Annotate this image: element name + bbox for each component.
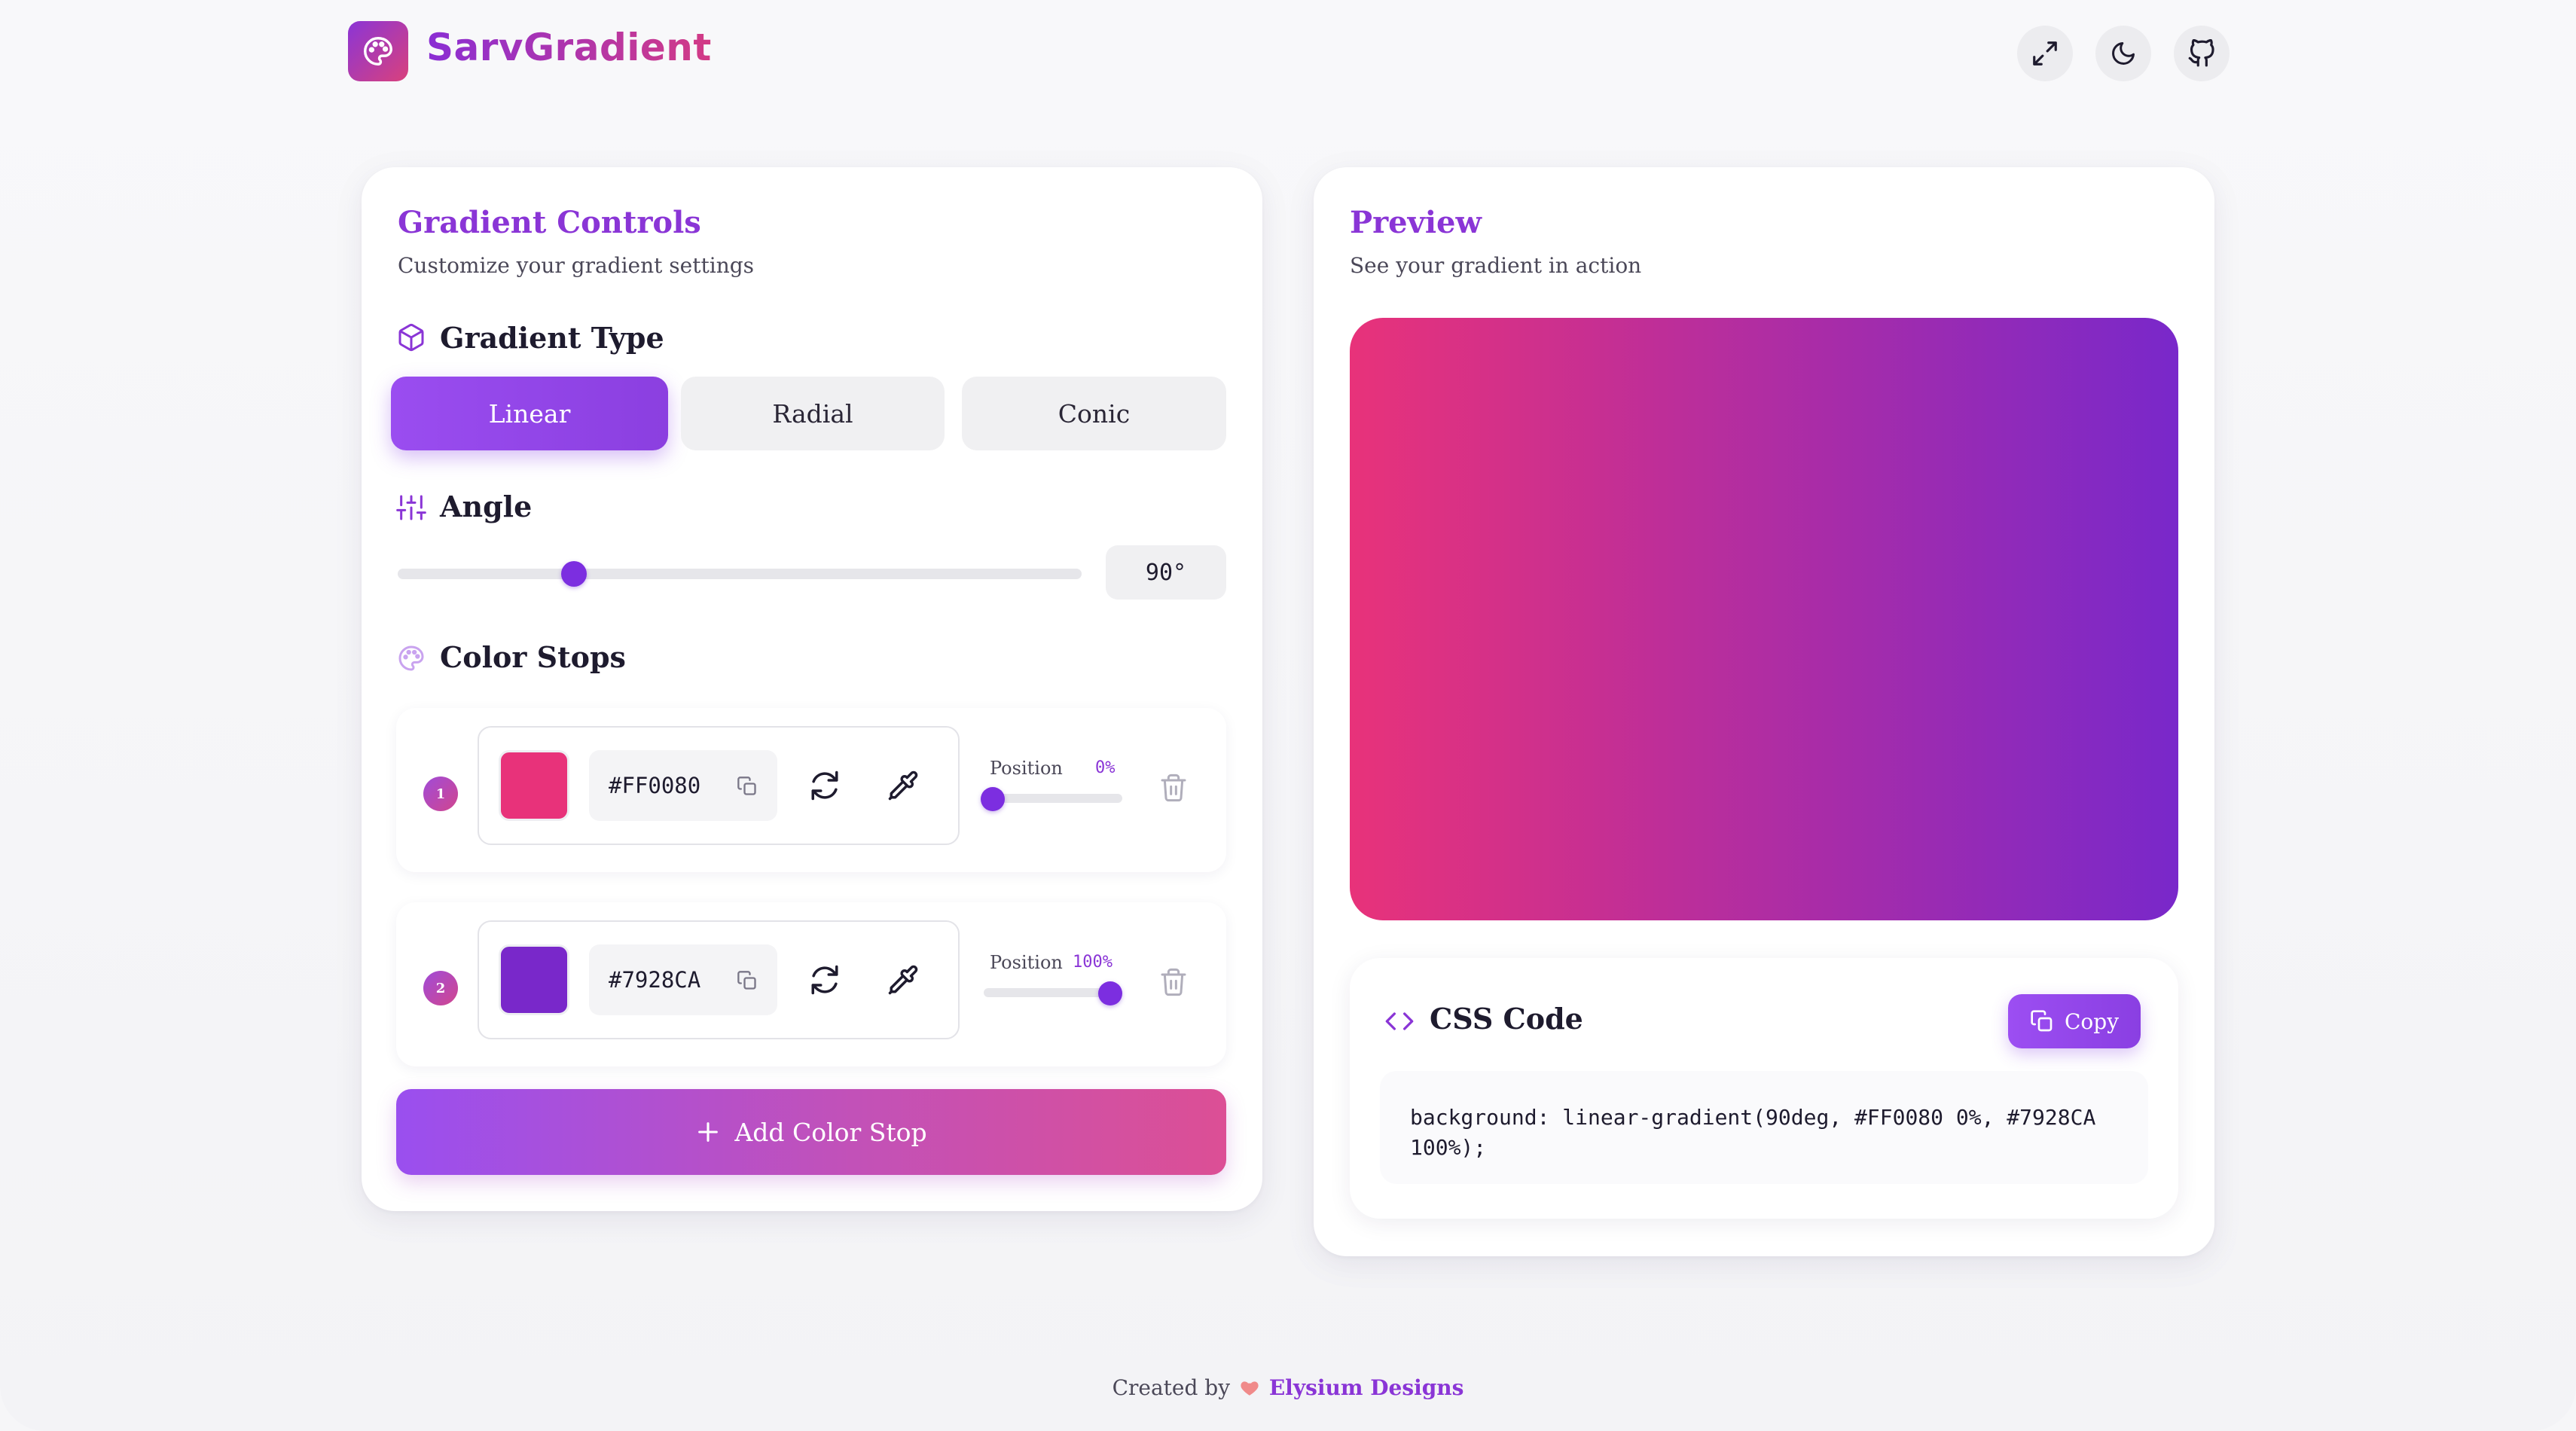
copy-icon: [2031, 1010, 2053, 1032]
hex-input[interactable]: #FF0080: [589, 750, 777, 821]
hex-input[interactable]: #7928CA: [589, 944, 777, 1015]
app-title: SarvGradient: [426, 26, 712, 69]
github-button[interactable]: [2174, 26, 2230, 81]
header: SarvGradient: [348, 20, 2230, 83]
footer-prefix: Created by: [1112, 1375, 1231, 1400]
angle-title: Angle: [440, 490, 533, 523]
controls-subtitle: Customize your gradient settings: [398, 253, 755, 278]
dark-mode-toggle[interactable]: [2095, 26, 2151, 81]
add-color-stop-button[interactable]: Add Color Stop: [396, 1089, 1226, 1175]
eyedropper-icon[interactable]: [887, 770, 919, 801]
gradient-type-title: Gradient Type: [440, 321, 664, 355]
position-slider-thumb[interactable]: [1098, 981, 1122, 1005]
angle-slider-track[interactable]: [398, 569, 1082, 579]
color-stops-title: Color Stops: [440, 640, 626, 674]
plus-icon: [698, 1122, 719, 1142]
copy-icon[interactable]: [737, 776, 758, 797]
color-swatch[interactable]: [499, 750, 569, 821]
position-value: 100%: [1073, 953, 1113, 972]
color-swatch[interactable]: [499, 944, 569, 1015]
cube-icon: [398, 323, 424, 352]
css-code-text: background: linear-gradient(90deg, #FF00…: [1410, 1105, 2096, 1160]
css-code-title: CSS Code: [1430, 1002, 1583, 1036]
fullscreen-button[interactable]: [2017, 26, 2073, 81]
gradient-preview: [1350, 318, 2178, 920]
preview-title: Preview: [1350, 205, 1482, 240]
eyedropper-icon[interactable]: [887, 964, 919, 996]
palette-icon[interactable]: [348, 21, 408, 81]
angle-value-display[interactable]: 90°: [1106, 545, 1226, 600]
fullscreen-icon: [2033, 41, 2057, 66]
refresh-icon[interactable]: [809, 770, 841, 801]
preview-subtitle: See your gradient in action: [1350, 253, 1642, 278]
css-code-block: background: linear-gradient(90deg, #FF00…: [1380, 1071, 2148, 1184]
position-slider-thumb[interactable]: [981, 787, 1005, 811]
trash-icon[interactable]: [1158, 773, 1189, 803]
angle-slider-thumb[interactable]: [561, 561, 587, 587]
position-label: Position: [990, 758, 1063, 779]
copy-icon[interactable]: [737, 970, 758, 991]
footer-brand-link[interactable]: Elysium Designs: [1269, 1375, 1464, 1400]
github-icon: [2188, 39, 2214, 67]
refresh-icon[interactable]: [809, 964, 841, 996]
position-label: Position: [990, 952, 1063, 973]
code-icon: [1385, 1012, 1414, 1030]
copy-code-button[interactable]: Copy: [2008, 994, 2141, 1048]
controls-title: Gradient Controls: [398, 205, 701, 240]
palette-section-icon: [398, 645, 424, 671]
app-window: SarvGradient Gradient Controls Customize…: [0, 0, 2576, 1431]
type-radial-button[interactable]: Radial: [681, 377, 945, 450]
copy-label: Copy: [2064, 1008, 2120, 1034]
trash-icon[interactable]: [1158, 967, 1189, 997]
color-stop-row: 1 #FF0080 Position 0%: [396, 708, 1226, 872]
stop-color-panel: #7928CA: [478, 920, 960, 1039]
color-stop-row: 2 #7928CA Position 100%: [396, 902, 1226, 1066]
type-conic-button[interactable]: Conic: [962, 377, 1226, 450]
footer: Created by Elysium Designs: [0, 1375, 2576, 1400]
stop-color-panel: #FF0080: [478, 726, 960, 845]
type-linear-button[interactable]: Linear: [391, 377, 668, 450]
hex-value: #FF0080: [609, 773, 701, 798]
moon-icon: [2112, 42, 2135, 65]
heart-icon: [1241, 1381, 1259, 1396]
css-code-card: CSS Code Copy background: linear-gradien…: [1350, 958, 2178, 1219]
hex-value: #7928CA: [609, 967, 701, 993]
stop-index-badge: 2: [423, 971, 458, 1005]
sliders-icon: [396, 495, 426, 520]
position-value: 0%: [1095, 758, 1116, 777]
add-color-stop-label: Add Color Stop: [734, 1117, 927, 1147]
stop-index-badge: 1: [423, 777, 458, 811]
